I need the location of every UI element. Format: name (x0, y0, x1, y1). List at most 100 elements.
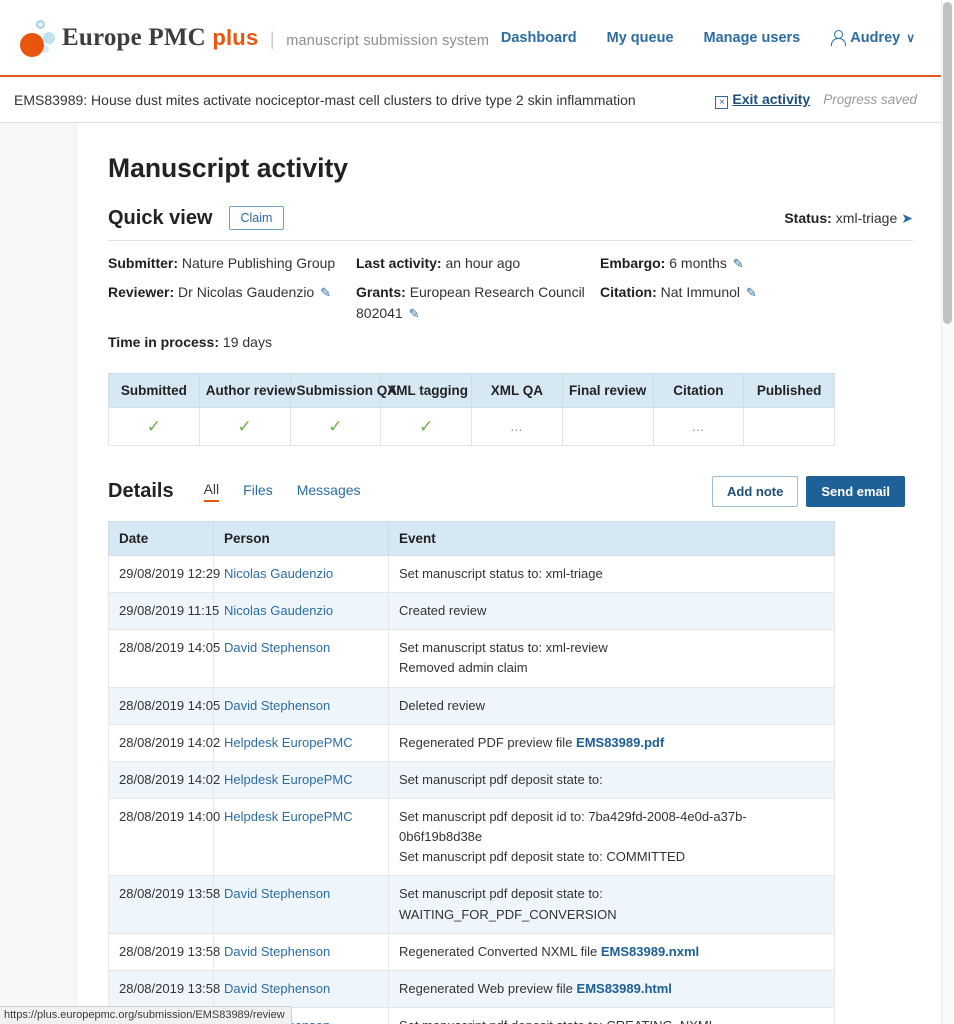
event-date: 28/08/2019 14:02 (108, 723, 220, 762)
stage-header-final-review: Final review (561, 373, 654, 408)
event-description: Set manuscript pdf deposit id to: 7ba429… (388, 797, 835, 877)
event-person: David Stephenson (213, 932, 389, 971)
event-line: Regenerated PDF preview file EMS83989.pd… (399, 733, 824, 753)
person-link[interactable]: David Stephenson (224, 698, 330, 713)
quick-view-fields: Submitter: Nature Publishing Group Last … (108, 253, 913, 373)
site-logo[interactable]: Europe PMC plus | manuscript submission … (14, 16, 489, 60)
event-line: Set manuscript status to: xml-triage (399, 564, 824, 584)
event-description: Regenerated Converted NXML file EMS83989… (388, 932, 835, 971)
stage-header-author-review: Author review (198, 373, 296, 408)
stage-header-published: Published (743, 373, 835, 408)
event-file-link[interactable]: EMS83989.nxml (601, 944, 699, 959)
page-scrollbar-thumb[interactable] (943, 2, 952, 324)
send-email-button[interactable]: Send email (806, 476, 905, 507)
event-line: Set manuscript pdf deposit state to: (399, 770, 824, 790)
stage-cell-submission-qa: ✓ (289, 407, 382, 446)
manuscript-title: EMS83989: House dust mites activate noci… (14, 91, 636, 108)
nav-item-dashboard[interactable]: Dashboard (501, 30, 577, 46)
progress-saved-status: Progress saved (823, 92, 917, 107)
page-title: Manuscript activity (108, 153, 349, 183)
table-row: 28/08/2019 14:05 David Stephenson Set manu… (108, 629, 835, 688)
event-date: 28/08/2019 14:05 (108, 686, 220, 725)
person-link[interactable]: Nicolas Gaudenzio (224, 603, 333, 618)
event-person: Nicolas Gaudenzio (213, 592, 389, 631)
edit-grants-pencil-icon[interactable]: ✎ (409, 304, 420, 324)
status-value: xml-triage (835, 210, 898, 226)
person-link[interactable]: Nicolas Gaudenzio (224, 566, 333, 581)
person-link[interactable]: Helpdesk EuropePMC (224, 809, 353, 824)
details-actions: Add note Send email (712, 476, 913, 507)
exit-activity-group[interactable]: × Exit activity (715, 91, 810, 109)
stage-cell-author-review: ✓ (198, 407, 291, 446)
stage-header-submission-qa: Submission QA (289, 373, 397, 408)
tab-messages[interactable]: Messages (297, 482, 361, 501)
claim-button[interactable]: Claim (228, 206, 285, 230)
field-citation-value: Nat Immunol (660, 284, 741, 300)
tab-files[interactable]: Files (243, 482, 273, 501)
events-table: Date Person Event 29/08/2019 12:29 Nicolas … (108, 521, 835, 1024)
exit-activity-link[interactable]: Exit activity (732, 91, 810, 107)
person-link[interactable]: Helpdesk EuropePMC (224, 735, 353, 750)
check-icon: ✓ (328, 416, 343, 436)
stage-header-row: Submitted Author review Submission QA XML t… (108, 373, 835, 408)
person-link[interactable]: David Stephenson (224, 944, 330, 959)
event-line-text: Set manuscript pdf deposit state to: COM… (399, 849, 686, 865)
person-link[interactable]: Helpdesk EuropePMC (224, 772, 353, 787)
field-last-activity: Last activity: an hour ago (356, 253, 600, 274)
table-row: 28/08/2019 14:02 Helpdesk EuropePMC Regene… (108, 723, 835, 762)
field-citation-label: Citation: (600, 284, 657, 300)
field-time-in-process-label: Time in process: (108, 334, 220, 350)
events-header-row: Date Person Event (108, 521, 835, 556)
user-menu[interactable]: Audrey ∨ (830, 29, 915, 46)
stage-cell-submitted: ✓ (108, 407, 200, 446)
event-line: Created review (399, 601, 824, 621)
edit-embargo-pencil-icon[interactable]: ✎ (733, 254, 744, 274)
event-file-link[interactable]: EMS83989.pdf (576, 735, 664, 750)
event-line: Deleted review (399, 696, 824, 716)
event-line-text: Regenerated PDF preview file (399, 734, 577, 750)
field-grants-label: Grants: (356, 284, 406, 300)
edit-reviewer-pencil-icon[interactable]: ✎ (320, 283, 331, 303)
check-icon: ✓ (237, 416, 252, 436)
field-citation: Citation: Nat Immunol ✎ (600, 282, 913, 324)
event-line-text: Set manuscript status to: xml-triage (399, 566, 603, 581)
event-file-link[interactable]: EMS83989.html (577, 981, 672, 996)
event-date: 28/08/2019 14:05 (108, 629, 220, 688)
stage-cell-xml-tagging: ✓ (380, 407, 472, 446)
event-person: Helpdesk EuropePMC (213, 723, 389, 762)
tab-all[interactable]: All (203, 481, 220, 502)
brand-name: Europe PMC (62, 23, 206, 51)
event-description: Set manuscript pdf deposit state to: WAI… (388, 875, 835, 934)
table-row: 28/08/2019 13:58 David Stephenson Regenera… (108, 932, 835, 971)
stage-header-submitted: Submitted (108, 373, 200, 408)
site-header: Europe PMC plus | manuscript submission … (0, 0, 941, 77)
table-row: 29/08/2019 12:29 Nicolas Gaudenzio Set man… (108, 554, 835, 594)
event-line-text: Created review (399, 603, 487, 619)
person-link[interactable]: David Stephenson (224, 640, 330, 655)
person-link[interactable]: David Stephenson (224, 981, 330, 996)
event-line: Removed admin claim (399, 658, 824, 678)
browser-status-url: https://plus.europepmc.org/submission/EM… (0, 1006, 292, 1024)
status-label: Status: (784, 210, 832, 226)
field-reviewer-label: Reviewer: (108, 284, 175, 300)
event-person: David Stephenson (213, 969, 389, 1008)
page-scrollbar-track[interactable] (941, 0, 954, 1024)
details-tabs: All Files Messages (203, 481, 361, 502)
event-line: Regenerated Converted NXML file EMS83989… (399, 942, 824, 962)
event-description: Regenerated PDF preview file EMS83989.pd… (388, 723, 835, 762)
stage-header-citation: Citation (652, 373, 745, 408)
event-date: 28/08/2019 13:58 (108, 932, 220, 971)
event-date: 28/08/2019 14:00 (108, 797, 220, 877)
event-line: Set manuscript pdf deposit state to: WAI… (399, 884, 824, 924)
add-note-button[interactable]: Add note (712, 476, 799, 507)
nav-item-my-queue[interactable]: My queue (607, 30, 674, 46)
person-link[interactable]: David Stephenson (224, 886, 330, 901)
send-status-icon[interactable]: ➤ (901, 210, 913, 227)
stage-cell-citation: … (652, 407, 745, 446)
edit-citation-pencil-icon[interactable]: ✎ (746, 283, 757, 303)
user-menu-label: Audrey (850, 29, 901, 46)
nav-item-manage-users[interactable]: Manage users (704, 30, 801, 46)
event-line-text: Regenerated Converted NXML file (399, 943, 601, 959)
brand-separator: | (269, 28, 275, 49)
check-icon: ✓ (146, 416, 161, 436)
